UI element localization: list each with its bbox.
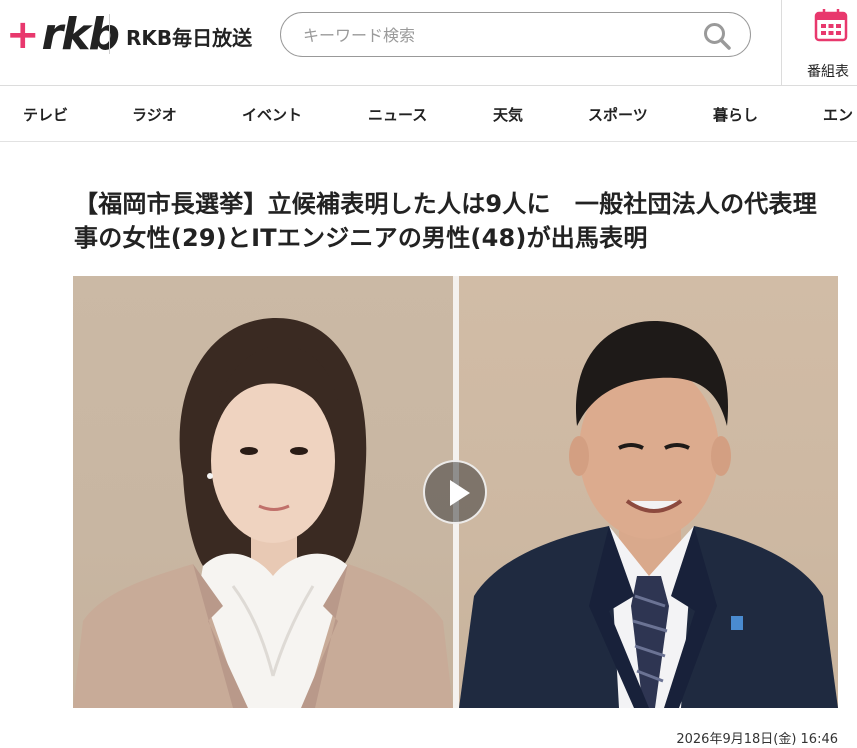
station-name[interactable]: RKB毎日放送 xyxy=(126,22,252,51)
video-thumbnail-left xyxy=(73,276,453,708)
logo-plus-mark: + xyxy=(6,12,40,58)
search-input[interactable] xyxy=(303,22,693,48)
nav-item-radio[interactable]: ラジオ xyxy=(132,104,177,125)
play-icon[interactable] xyxy=(423,460,487,524)
schedule-label: 番組表 xyxy=(807,64,849,80)
nav-bottom-border xyxy=(0,141,857,142)
search-box[interactable] xyxy=(280,12,751,57)
search-icon[interactable] xyxy=(702,21,732,51)
nav-item-event[interactable]: イベント xyxy=(242,104,302,125)
nav-item-sports[interactable]: スポーツ xyxy=(588,104,648,125)
rkb-logo[interactable]: + rkb xyxy=(6,12,120,58)
header-right-divider xyxy=(781,0,782,85)
schedule-button[interactable]: 番組表 xyxy=(790,6,857,81)
video-thumbnail-right xyxy=(459,276,838,708)
header-divider xyxy=(109,14,110,54)
publish-date: 2026年9月18日(金) 16:46 xyxy=(676,732,838,747)
nav-item-tv[interactable]: テレビ xyxy=(23,104,68,125)
main-nav: テレビ ラジオ イベント ニュース 天気 スポーツ 暮らし エン xyxy=(0,86,857,141)
site-header: + rkb RKB毎日放送 番組表 xyxy=(0,0,857,85)
video-player[interactable] xyxy=(73,276,838,708)
logo-wordmark: rkb xyxy=(41,9,120,60)
nav-item-entertainment[interactable]: エン xyxy=(823,104,853,125)
calendar-icon xyxy=(814,9,848,42)
woman-image xyxy=(73,317,453,708)
nav-item-weather[interactable]: 天気 xyxy=(493,104,523,125)
nav-item-news[interactable]: ニュース xyxy=(368,104,427,125)
nav-item-life[interactable]: 暮らし xyxy=(713,104,758,125)
article-title: 【福岡市長選挙】立候補表明した人は9人に 一般社団法人の代表理事の女性(29)と… xyxy=(74,190,817,252)
man-image xyxy=(459,321,838,708)
